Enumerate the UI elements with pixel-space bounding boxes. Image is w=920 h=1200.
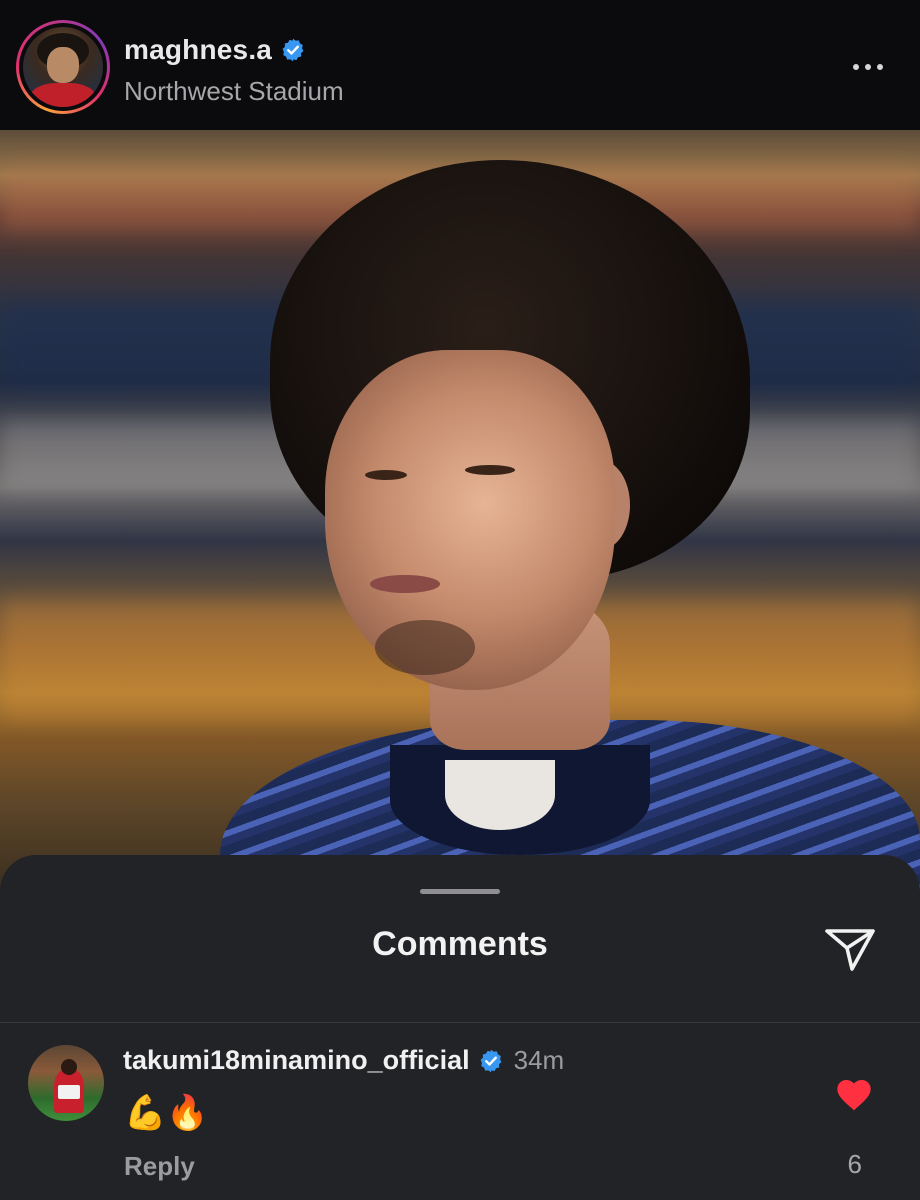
avatar-image [23, 27, 103, 107]
comment-avatar[interactable] [28, 1045, 104, 1121]
more-dot [865, 64, 871, 70]
post-header: maghnes.a Northwest Stadium [0, 0, 920, 130]
verified-badge-icon [282, 38, 304, 62]
profile-avatar[interactable] [16, 20, 110, 114]
avatar-face-shape [47, 47, 79, 83]
heart-icon[interactable] [834, 1075, 874, 1115]
comment-username[interactable]: takumi18minamino_official [123, 1045, 470, 1076]
share-send-icon[interactable] [822, 921, 878, 977]
like-count: 6 [847, 1149, 862, 1179]
comment-item: takumi18minamino_official 34m 💪🔥 Reply 6 [0, 1023, 920, 1200]
avatar-shirt-shape [29, 83, 97, 107]
player-collar-inner [445, 760, 555, 830]
more-options-icon[interactable] [846, 52, 890, 82]
more-dot [877, 64, 883, 70]
instagram-post-screen: maghnes.a Northwest Stadium Comments tak… [0, 0, 920, 1200]
post-location[interactable]: Northwest Stadium [124, 76, 344, 107]
player-beard [375, 620, 475, 675]
avatar-figure-head [61, 1059, 77, 1075]
post-username[interactable]: maghnes.a [124, 34, 272, 66]
avatar-ring-gap [19, 23, 107, 111]
player-eye-right [465, 465, 515, 475]
comments-title: Comments [372, 925, 548, 963]
post-photo[interactable] [0, 130, 920, 890]
username-row: maghnes.a [124, 34, 306, 66]
comment-text: 💪🔥 [124, 1094, 209, 1132]
player-mouth [370, 575, 440, 593]
more-dot [853, 64, 859, 70]
player-figure [220, 160, 920, 890]
verified-badge-icon [480, 1049, 502, 1072]
comment-timestamp: 34m [513, 1045, 565, 1075]
comment-header: takumi18minamino_official 34m [123, 1045, 564, 1076]
sheet-drag-handle[interactable] [420, 889, 500, 894]
player-eye-left [365, 470, 407, 480]
reply-button[interactable]: Reply [124, 1151, 195, 1182]
avatar-jersey-number-shape [58, 1085, 80, 1099]
comments-sheet: Comments takumi18minamino_official 34m 💪… [0, 855, 920, 1200]
